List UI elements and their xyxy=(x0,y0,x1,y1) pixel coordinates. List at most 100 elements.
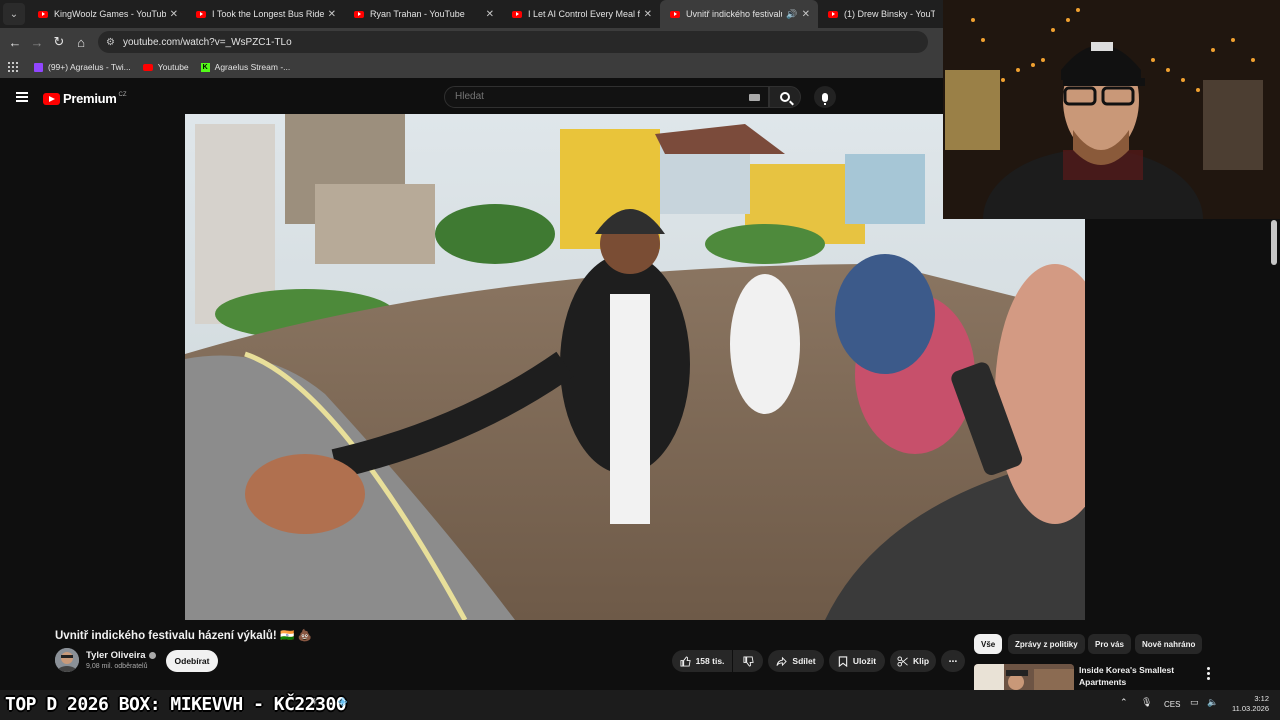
voice-search-button[interactable] xyxy=(814,86,836,108)
page-scrollbar[interactable] xyxy=(1271,220,1277,265)
display-icon[interactable]: ▭ xyxy=(1190,697,1199,708)
youtube-logo[interactable]: Premium CZ xyxy=(43,91,127,106)
input-language[interactable]: CES xyxy=(1164,700,1180,709)
share-icon xyxy=(776,656,788,666)
channel-name[interactable]: Tyler Oliveira xyxy=(86,650,156,661)
microphone-icon xyxy=(822,92,828,105)
dislike-button[interactable] xyxy=(733,650,763,672)
youtube-play-icon xyxy=(43,92,60,105)
steam-icon[interactable]: ◈ xyxy=(338,694,347,708)
recommendation-title[interactable]: Inside Korea's Smallest Apartments xyxy=(1079,664,1189,688)
video-title: Uvnitř indického festivalu házení výkalů… xyxy=(55,630,312,642)
clip-button[interactable]: Klip xyxy=(890,650,936,672)
keyboard-icon[interactable] xyxy=(749,94,760,101)
tab-title: KingWoolz Games - YouTube xyxy=(54,9,166,19)
search-box[interactable] xyxy=(444,86,769,108)
apps-grid-icon[interactable] xyxy=(8,62,18,72)
close-icon[interactable]: ✕ xyxy=(802,9,810,20)
clock-time: 3:12 xyxy=(1254,694,1269,703)
like-count: 158 tis. xyxy=(695,656,725,666)
streamer-webcam xyxy=(943,0,1280,219)
kick-icon: K xyxy=(200,62,210,72)
browser-tab[interactable]: I Took the Longest Bus Ride in a ✕ xyxy=(186,0,344,28)
twitch-icon xyxy=(34,62,43,72)
avatar-image xyxy=(55,648,79,672)
more-actions-button[interactable]: ⋯ xyxy=(941,650,965,672)
app-icon[interactable]: ♆ xyxy=(310,694,319,708)
channel-name-text: Tyler Oliveira xyxy=(86,650,146,661)
region-code: CZ xyxy=(118,91,127,98)
bookmark-label: Youtube xyxy=(157,62,189,72)
browser-tab[interactable]: (1) Drew Binsky - YouTube xyxy=(818,0,943,28)
search-input[interactable] xyxy=(455,91,735,102)
stream-ticker-text: TOP D 2026 BOX: MIKEVVH - KČ22300 xyxy=(5,694,347,715)
close-icon[interactable]: ✕ xyxy=(486,9,494,20)
tab-title: I Took the Longest Bus Ride in a xyxy=(212,9,324,19)
verified-icon xyxy=(148,651,156,659)
url-bar[interactable]: ⚙ youtube.com/watch?v=_WsPZC1-TLo xyxy=(98,31,928,53)
volume-icon[interactable]: 🔈 xyxy=(1207,697,1218,708)
youtube-favicon-icon xyxy=(38,10,48,18)
bookmark-item[interactable]: Youtube xyxy=(142,62,189,72)
close-icon[interactable]: ✕ xyxy=(170,9,178,20)
save-label: Uložit xyxy=(852,656,877,666)
chip-for-you[interactable]: Pro vás xyxy=(1088,634,1131,654)
clip-label: Klip xyxy=(912,656,930,666)
microphone-tray-icon[interactable]: 🎙 xyxy=(1141,697,1152,708)
thumbs-up-icon xyxy=(680,655,691,667)
channel-avatar[interactable] xyxy=(55,648,79,672)
bookmarks-bar: (99+) Agraelus - Twi... Youtube K Agrael… xyxy=(0,56,943,78)
subscribe-button[interactable]: Odebírat xyxy=(166,650,218,672)
browser-toolbar: ← → ↻ ⌂ ⚙ youtube.com/watch?v=_WsPZC1-TL… xyxy=(0,28,943,56)
close-icon[interactable]: ✕ xyxy=(328,9,336,20)
thumbs-down-icon xyxy=(742,655,754,667)
chip-politics-news[interactable]: Zprávy z politiky xyxy=(1008,634,1085,654)
close-icon[interactable]: ✕ xyxy=(644,9,652,20)
youtube-icon xyxy=(142,63,153,71)
browser-tab[interactable]: I Let AI Control Every Meal for 7 ✕ xyxy=(502,0,660,28)
subscriber-count: 9,08 mil. odběratelů xyxy=(86,663,148,670)
bookmark-item[interactable]: K Agraelus Stream -... xyxy=(200,62,291,72)
tab-search-button[interactable]: ⌄ xyxy=(3,3,25,25)
tray-overflow-icon[interactable]: ⌃ xyxy=(1120,697,1128,708)
save-button[interactable]: Uložit xyxy=(829,650,885,672)
reload-icon[interactable]: ↻ xyxy=(48,34,70,50)
bookmark-icon xyxy=(838,655,848,667)
chip-all[interactable]: Vše xyxy=(974,634,1003,654)
site-info-icon[interactable]: ⚙ xyxy=(106,37,115,48)
tab-title: Uvnitř indického festivalu h xyxy=(686,9,783,19)
bookmark-label: Agraelus Stream -... xyxy=(214,62,291,72)
tab-title: (1) Drew Binsky - YouTube xyxy=(844,9,935,19)
youtube-favicon-icon xyxy=(196,10,206,18)
forward-arrow-icon[interactable]: → xyxy=(26,35,48,50)
bookmark-label: (99+) Agraelus - Twi... xyxy=(48,62,131,72)
tab-title: I Let AI Control Every Meal for 7 xyxy=(528,9,640,19)
home-icon[interactable]: ⌂ xyxy=(70,35,92,50)
menu-icon[interactable] xyxy=(16,92,28,102)
clock-date: 11.03.2026 xyxy=(1232,704,1269,713)
speaker-icon[interactable]: 🔊 xyxy=(786,9,797,20)
system-clock[interactable]: 3:12 11.03.2026 xyxy=(1229,694,1269,714)
webcam-frame xyxy=(943,0,1280,219)
browser-tab-strip: ⌄ KingWoolz Games - YouTube ✕ I Took the… xyxy=(0,0,943,28)
share-label: Sdílet xyxy=(792,656,816,666)
youtube-favicon-icon xyxy=(670,10,680,18)
back-arrow-icon[interactable]: ← xyxy=(4,35,26,50)
bookmark-item[interactable]: (99+) Agraelus - Twi... xyxy=(34,62,131,72)
youtube-favicon-icon xyxy=(512,10,522,18)
more-options-icon[interactable] xyxy=(1207,667,1211,680)
url-text: youtube.com/watch?v=_WsPZC1-TLo xyxy=(122,36,292,48)
tab-title: Ryan Trahan - YouTube xyxy=(370,9,465,19)
search-button[interactable] xyxy=(769,86,801,108)
youtube-favicon-icon xyxy=(354,10,364,18)
browser-tab[interactable]: KingWoolz Games - YouTube ✕ xyxy=(28,0,186,28)
browser-tab[interactable]: Ryan Trahan - YouTube ✕ xyxy=(344,0,502,28)
browser-tab-active[interactable]: Uvnitř indického festivalu h 🔊 ✕ xyxy=(660,0,818,28)
share-button[interactable]: Sdílet xyxy=(768,650,824,672)
like-button[interactable]: 158 tis. xyxy=(672,650,732,672)
search-icon xyxy=(780,92,790,102)
chip-recently-uploaded[interactable]: Nově nahráno xyxy=(1135,634,1203,654)
youtube-favicon-icon xyxy=(828,10,838,18)
scissors-icon xyxy=(897,655,908,667)
more-icon: ⋯ xyxy=(948,655,958,666)
